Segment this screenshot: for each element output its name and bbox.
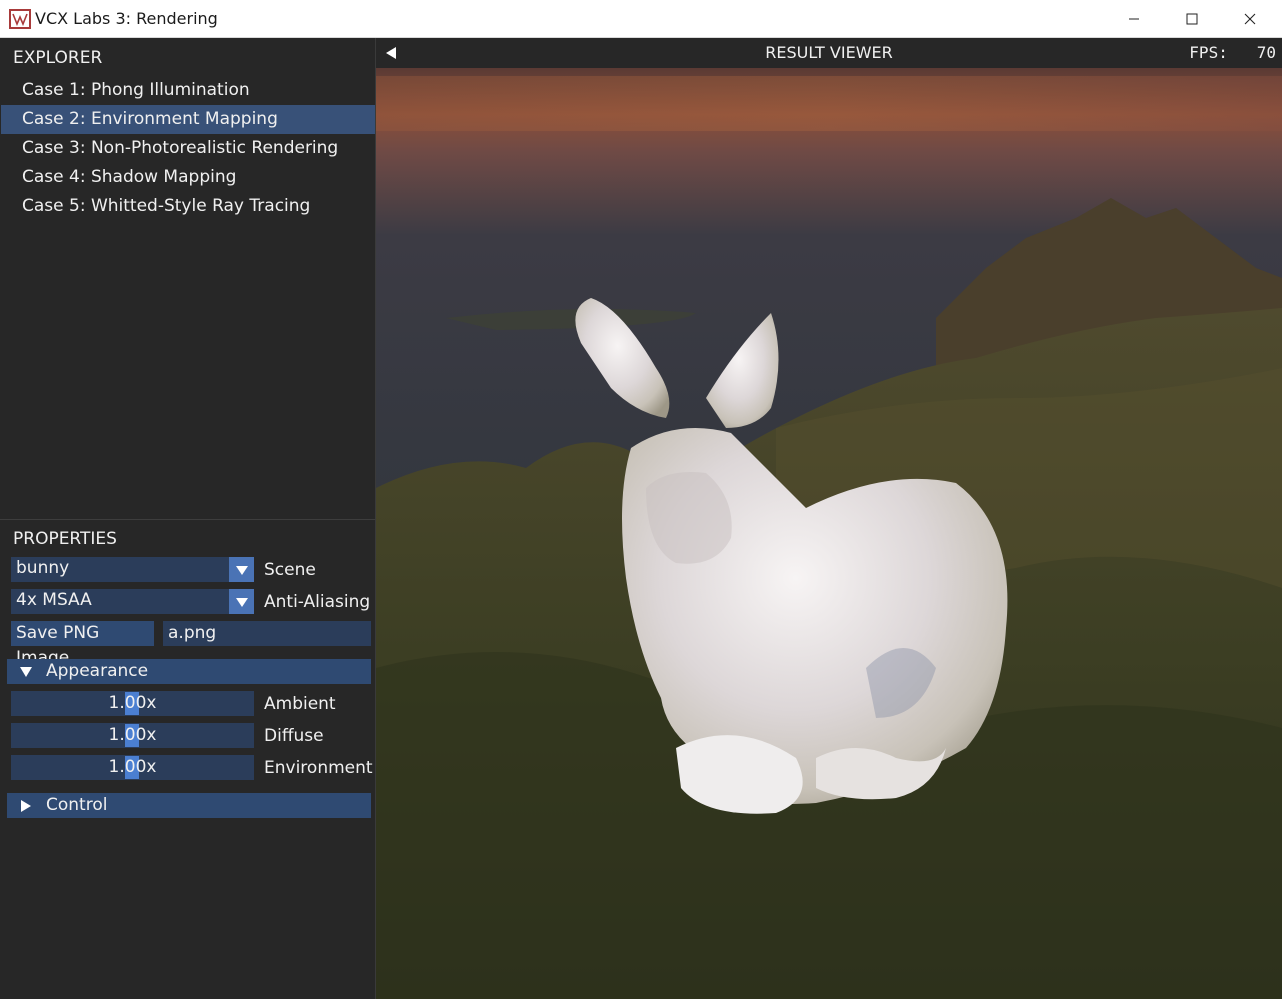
maximize-button[interactable] — [1163, 0, 1221, 38]
save-png-button[interactable]: Save PNG Image — [11, 621, 154, 668]
control-label: Control — [46, 795, 108, 815]
properties-title: PROPERTIES — [13, 529, 117, 549]
case-item-environment-mapping[interactable]: Case 2: Environment Mapping — [1, 105, 375, 134]
properties-panel: PROPERTIES bunny Scene 4x MSAA Anti-Alia… — [0, 519, 376, 999]
environment-label: Environment — [264, 758, 373, 778]
app-logo-icon — [9, 9, 31, 29]
viewer-header: RESULT VIEWER FPS: 70 — [376, 38, 1282, 68]
minimize-button[interactable] — [1105, 0, 1163, 38]
ambient-label: Ambient — [264, 694, 336, 714]
appearance-section-header[interactable]: Appearance — [7, 659, 371, 684]
viewer-title: RESULT VIEWER — [765, 43, 893, 62]
case-item-npr[interactable]: Case 3: Non-Photorealistic Rendering — [1, 134, 375, 163]
environment-value: 1.00x — [108, 757, 157, 777]
ambient-slider[interactable]: 1.00x — [11, 691, 254, 716]
chevron-down-icon[interactable] — [229, 589, 254, 614]
scene-combo-value: bunny — [16, 558, 70, 578]
control-section-header[interactable]: Control — [7, 793, 371, 818]
environment-slider[interactable]: 1.00x — [11, 755, 254, 780]
fps-value: 70 — [1256, 43, 1276, 62]
antialiasing-combo[interactable]: 4x MSAA — [11, 589, 254, 614]
antialiasing-combo-value: 4x MSAA — [16, 590, 92, 610]
diffuse-slider[interactable]: 1.00x — [11, 723, 254, 748]
triangle-right-icon — [21, 800, 31, 812]
scene-combo[interactable]: bunny — [11, 557, 254, 582]
triangle-down-icon — [20, 667, 32, 677]
minimize-icon — [1129, 18, 1139, 20]
window-title: VCX Labs 3: Rendering — [35, 9, 218, 28]
close-icon — [1244, 13, 1256, 25]
explorer-panel: EXPLORER Case 1: Phong Illumination Case… — [0, 38, 376, 519]
fps-counter: FPS: 70 — [1189, 43, 1276, 62]
chevron-down-icon[interactable] — [229, 557, 254, 582]
explorer-title: EXPLORER — [13, 48, 103, 68]
case-item-phong[interactable]: Case 1: Phong Illumination — [1, 76, 375, 105]
fps-label: FPS: — [1189, 43, 1228, 62]
title-bar: VCX Labs 3: Rendering — [0, 0, 1282, 38]
ambient-value: 1.00x — [108, 693, 157, 713]
diffuse-label: Diffuse — [264, 726, 324, 746]
antialiasing-label: Anti-Aliasing — [264, 592, 371, 612]
render-viewport[interactable] — [376, 68, 1282, 999]
result-viewer: RESULT VIEWER FPS: 70 — [376, 38, 1282, 999]
scene-label: Scene — [264, 560, 316, 580]
filename-input[interactable]: a.png — [163, 621, 371, 646]
maximize-icon — [1186, 13, 1198, 25]
diffuse-value: 1.00x — [108, 725, 157, 745]
appearance-label: Appearance — [46, 661, 149, 681]
case-item-shadow-mapping[interactable]: Case 4: Shadow Mapping — [1, 163, 375, 192]
case-item-ray-tracing[interactable]: Case 5: Whitted-Style Ray Tracing — [1, 192, 375, 221]
close-button[interactable] — [1221, 0, 1279, 38]
